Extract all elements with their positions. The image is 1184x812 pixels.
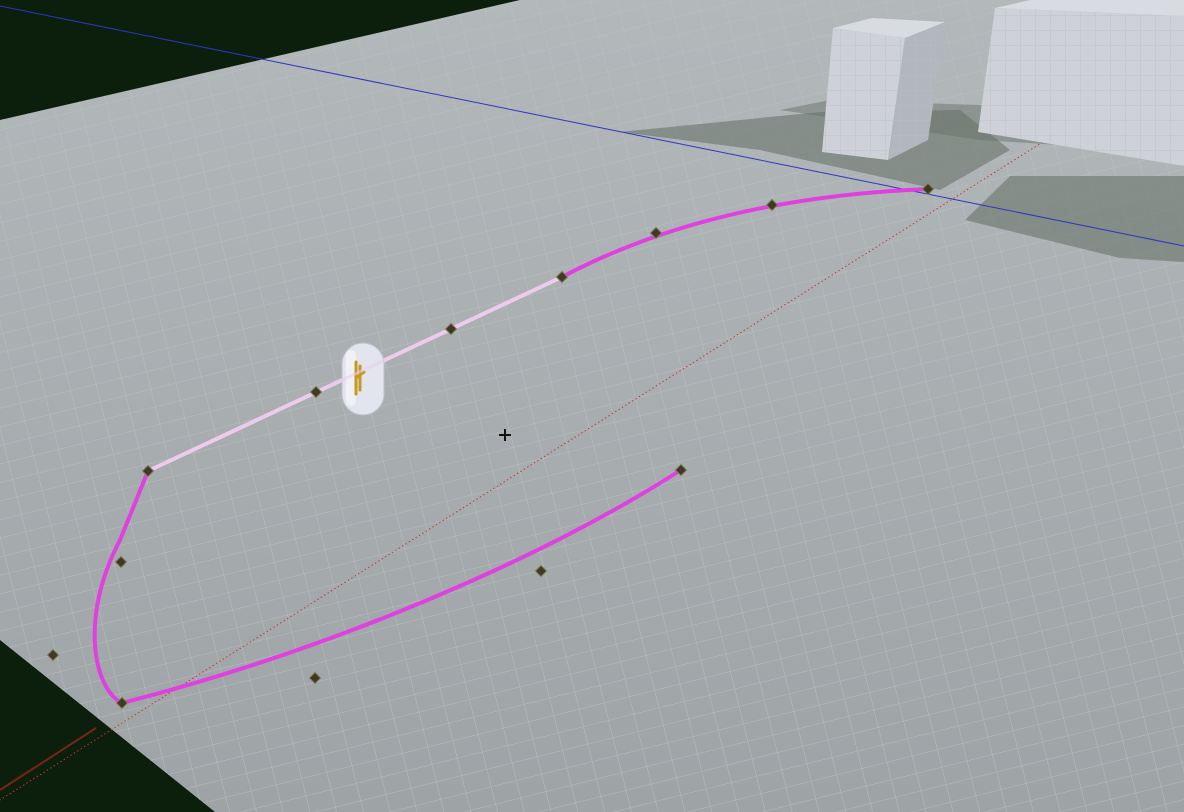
box-left[interactable] xyxy=(822,18,945,160)
scene-viewport[interactable] xyxy=(0,0,1184,812)
scene-canvas[interactable] xyxy=(0,0,1184,812)
